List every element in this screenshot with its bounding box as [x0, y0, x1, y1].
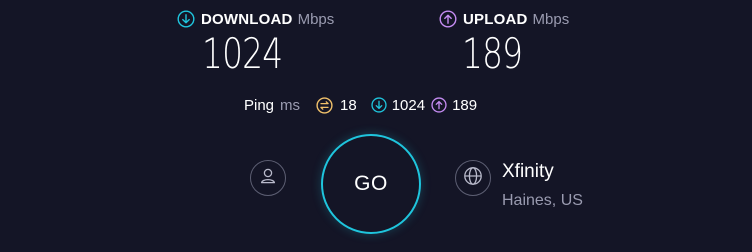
- ping-download-icon: [371, 96, 388, 114]
- ping-upload-value: 189: [452, 96, 478, 114]
- upload-arrow-icon: [439, 10, 457, 28]
- go-label: GO: [354, 172, 388, 195]
- upload-header: UPLOAD Mbps: [439, 8, 569, 30]
- ping-label: Ping: [244, 96, 275, 114]
- download-label: DOWNLOAD: [201, 10, 293, 28]
- download-value: 1024: [202, 29, 283, 78]
- ping-download-value: 1024: [391, 96, 426, 114]
- account-button[interactable]: [250, 160, 286, 196]
- server-location[interactable]: Haines, US: [502, 192, 583, 210]
- download-arrow-icon: [177, 10, 195, 28]
- download-metric: DOWNLOAD Mbps 1024: [177, 8, 334, 76]
- isp-name[interactable]: Xfinity: [502, 161, 554, 183]
- ping-row: Ping ms 18 1024 189: [244, 94, 491, 116]
- change-server-button[interactable]: [455, 160, 491, 196]
- download-unit: Mbps: [297, 10, 335, 28]
- globe-icon: [462, 165, 484, 192]
- upload-unit: Mbps: [532, 10, 570, 28]
- upload-metric: UPLOAD Mbps 189: [439, 8, 569, 76]
- user-icon: [258, 166, 278, 191]
- upload-label: UPLOAD: [463, 10, 528, 28]
- ping-upload-icon: [431, 96, 448, 114]
- download-header: DOWNLOAD Mbps: [177, 8, 334, 30]
- upload-value: 189: [462, 29, 523, 78]
- ping-latency-icon: [316, 96, 333, 114]
- go-button[interactable]: GO: [321, 134, 421, 234]
- ping-unit: ms: [280, 96, 301, 114]
- ping-idle-value: 18: [340, 96, 357, 114]
